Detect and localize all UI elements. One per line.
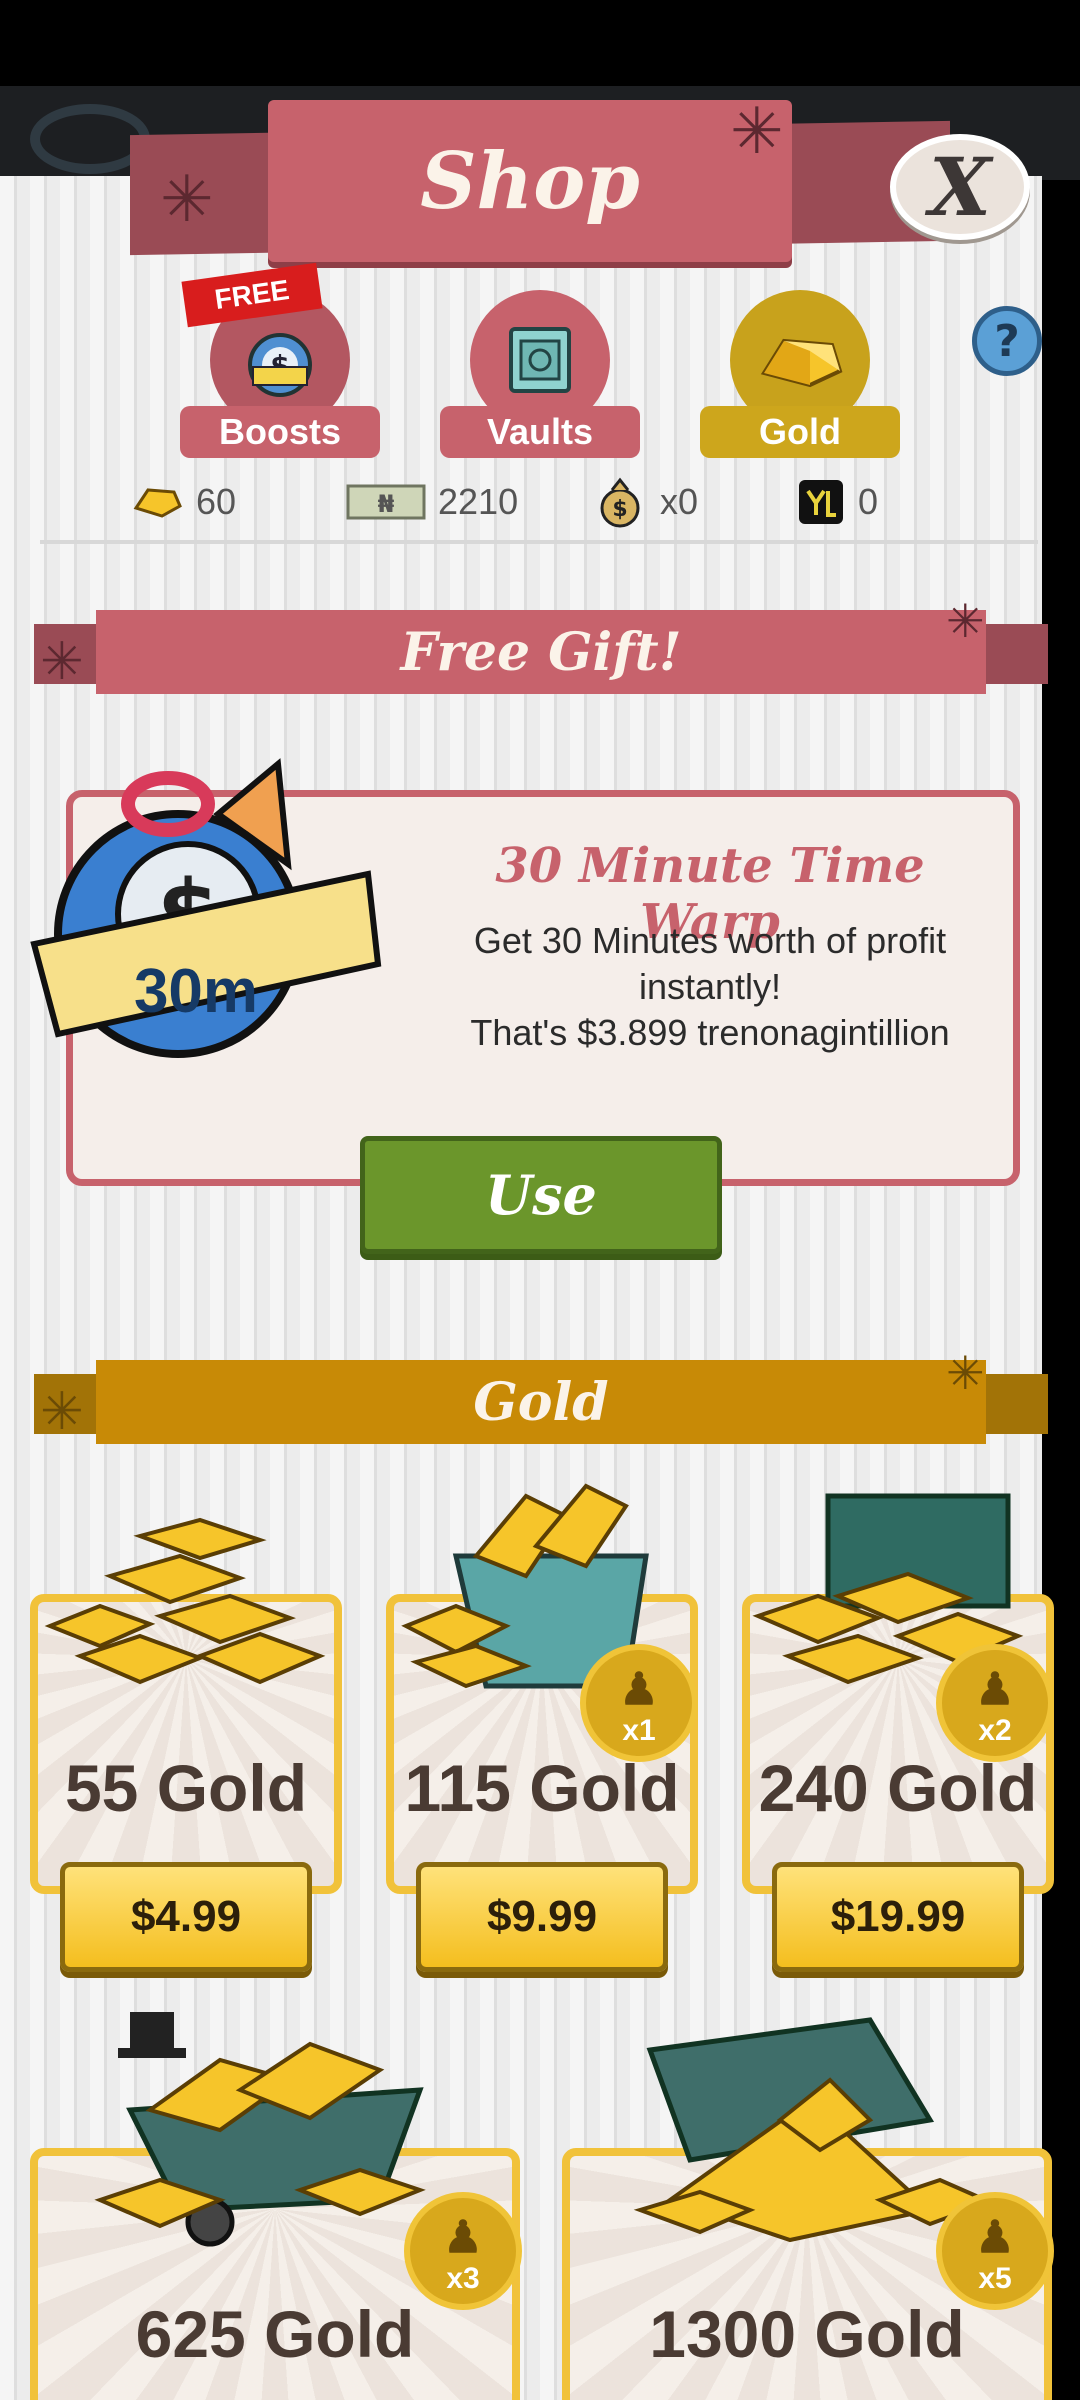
gold-count: 60 <box>196 481 237 522</box>
time-warp-badge: 30m <box>134 957 258 1026</box>
starburst-decoration-icon: ✳ <box>40 1382 84 1442</box>
gift-desc-line: That's $3.899 trenonagintillion <box>470 1012 950 1053</box>
moneybag-count: x0 <box>660 481 699 522</box>
time-warp-icon: $ 30m <box>28 744 398 1074</box>
close-icon: X <box>928 140 992 234</box>
price-button[interactable]: $4.99 <box>60 1862 312 1972</box>
badge-multiplier: x2 <box>978 1714 1012 1747</box>
manager-badge: ♟ x5 <box>936 2192 1054 2310</box>
tab-vaults-label: Vaults <box>440 406 640 458</box>
gold-banner: Gold <box>96 1360 986 1444</box>
mega-bucks-icon <box>796 477 846 527</box>
moneybag-icon: $ <box>592 476 648 528</box>
svg-text:₦: ₦ <box>378 490 395 518</box>
help-button[interactable]: ? <box>972 306 1042 376</box>
product-name: 115 Gold <box>404 1751 680 1825</box>
manager-icon: ♟ <box>975 2213 1015 2262</box>
tab-gold[interactable]: Gold <box>700 290 900 458</box>
title-banner: Shop <box>268 100 792 262</box>
starburst-decoration-icon: ✳ <box>40 632 84 692</box>
tab-boosts-label: Boosts <box>180 406 380 458</box>
badge-multiplier: x3 <box>446 2262 480 2295</box>
manager-icon: ♟ <box>619 1665 659 1714</box>
starburst-decoration-icon: ✳ <box>160 163 214 237</box>
currency-cash: ₦ 2210 <box>346 476 518 528</box>
currency-mega: 0 <box>796 476 878 528</box>
product-name: 55 Gold <box>64 1751 308 1825</box>
badge-multiplier: x5 <box>978 2262 1012 2295</box>
gift-description: Get 30 Minutes worth of profit instantly… <box>420 918 1000 1056</box>
cash-icon: ₦ <box>346 482 426 522</box>
divider <box>40 540 1038 544</box>
manager-badge: ♟ x2 <box>936 1644 1054 1762</box>
cash-count: 2210 <box>438 481 519 522</box>
manager-badge: ♟ x1 <box>580 1644 698 1762</box>
gold-wheelbarrow-icon <box>90 2000 450 2250</box>
close-button[interactable]: X <box>890 134 1030 240</box>
gold-icon <box>132 482 184 522</box>
currency-moneybag: $ x0 <box>592 476 698 528</box>
starburst-decoration-icon: ✳ <box>946 594 985 648</box>
product-name: 1300 Gold <box>649 2297 965 2371</box>
starburst-decoration-icon: ✳ <box>946 1346 985 1400</box>
mega-count: 0 <box>858 481 879 522</box>
gift-desc-line: instantly! <box>638 966 782 1007</box>
manager-badge: ♟ x3 <box>404 2192 522 2310</box>
free-gift-heading: Free Gift! <box>400 621 682 683</box>
use-button[interactable]: Use <box>360 1136 722 1254</box>
tab-gold-label: Gold <box>700 406 900 458</box>
product-name: 240 Gold <box>758 1751 1038 1825</box>
badge-multiplier: x1 <box>622 1714 656 1747</box>
gold-heading: Gold <box>473 1371 609 1433</box>
currency-gold: 60 <box>132 476 236 528</box>
manager-icon: ♟ <box>975 1665 1015 1714</box>
price-button[interactable]: $9.99 <box>416 1862 668 1972</box>
price-button[interactable]: $19.99 <box>772 1862 1024 1972</box>
manager-icon: ♟ <box>443 2213 483 2262</box>
tab-vaults[interactable]: Vaults <box>440 290 640 458</box>
gift-desc-line: Get 30 Minutes worth of profit <box>473 920 947 961</box>
starburst-decoration-icon: ✳ <box>730 95 784 169</box>
gold-bars-icon <box>40 1506 330 1696</box>
svg-text:$: $ <box>612 497 627 522</box>
status-bar <box>0 0 1080 86</box>
product-name: 625 Gold <box>135 2297 415 2371</box>
free-gift-banner: Free Gift! <box>96 610 986 694</box>
page-title: Shop <box>420 135 640 227</box>
